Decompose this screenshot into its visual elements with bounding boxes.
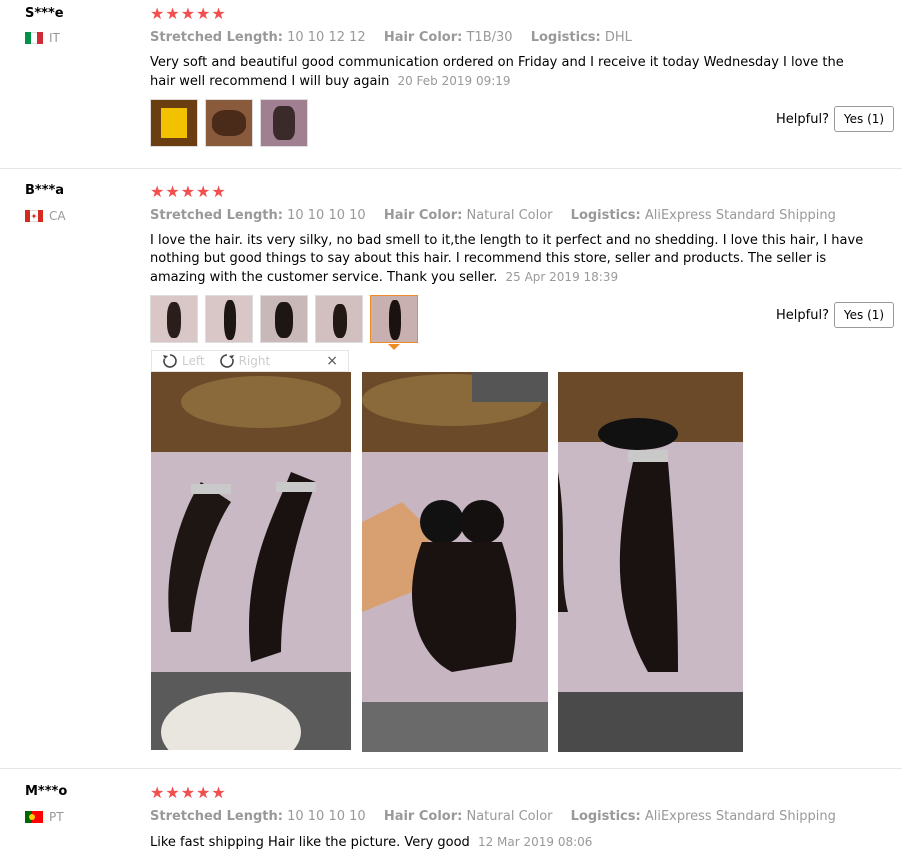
divider [0, 768, 902, 769]
divider [0, 168, 902, 169]
meta-label: Logistics: [570, 208, 641, 223]
photo-hair-in-hand [362, 372, 548, 752]
rotate-left-icon [163, 354, 177, 368]
meta-label: Stretched Length: [150, 30, 283, 45]
active-thumb-caret-icon [388, 344, 400, 350]
rotate-right-label: Right [238, 354, 271, 368]
meta-value: 10 10 12 12 [287, 30, 366, 45]
meta-value: AliExpress Standard Shipping [644, 809, 836, 824]
review-date: 25 Apr 2019 18:39 [505, 270, 619, 284]
review-photo-thumbnail-active[interactable] [370, 295, 418, 343]
rotate-left-label: Left [182, 354, 205, 368]
review-thumbnails [150, 99, 315, 147]
meta-label: Hair Color: [383, 30, 463, 45]
meta-label: Stretched Length: [150, 208, 283, 223]
review-body: Like fast shipping Hair like the picture… [150, 835, 470, 850]
review-photo-large [362, 372, 548, 752]
review-photo-large [558, 372, 743, 752]
meta-value: AliExpress Standard Shipping [644, 208, 836, 223]
country-code: IT [49, 31, 60, 45]
rotate-right-button[interactable]: Right [219, 353, 271, 369]
reviewer-name: B***a [25, 183, 65, 198]
star-rating: ★★★★★ [150, 4, 227, 23]
review-photo-thumbnail[interactable] [150, 99, 198, 147]
review-meta: Stretched Length: 10 10 10 10 Hair Color… [150, 208, 850, 223]
close-viewer-icon[interactable]: × [326, 353, 338, 369]
star-rating: ★★★★★ [150, 182, 227, 201]
helpful-yes-button[interactable]: Yes (1) [834, 302, 894, 328]
meta-value: DHL [604, 30, 632, 45]
meta-value: 10 10 10 10 [287, 208, 366, 223]
flag-pt-icon [25, 811, 43, 823]
review-photo-thumbnail[interactable] [260, 99, 308, 147]
review-photo-large [151, 372, 351, 750]
meta-label: Logistics: [570, 809, 641, 824]
flag-it-icon [25, 32, 43, 44]
reviewer-name: S***e [25, 6, 64, 21]
photo-hair-single [558, 372, 743, 752]
meta-value: 10 10 10 10 [287, 809, 366, 824]
image-viewer-toolbar: Left Right × [151, 350, 349, 372]
review-meta: Stretched Length: 10 10 10 10 Hair Color… [150, 809, 850, 824]
rotate-right-icon [219, 354, 234, 368]
review-date: 20 Feb 2019 09:19 [397, 74, 511, 88]
review-photo-thumbnail[interactable] [150, 295, 198, 343]
review-text: Like fast shipping Hair like the picture… [150, 833, 870, 852]
review-thumbnails [150, 295, 425, 343]
country-code: PT [49, 810, 64, 824]
review-photo-thumbnail[interactable] [205, 99, 253, 147]
helpful-label: Helpful? [776, 308, 829, 323]
star-rating: ★★★★★ [150, 783, 227, 802]
meta-label: Hair Color: [383, 809, 463, 824]
review-meta: Stretched Length: 10 10 12 12 Hair Color… [150, 30, 646, 45]
reviewer-country: PT [25, 810, 64, 824]
reviewer-name: M***o [25, 784, 68, 799]
meta-label: Logistics: [530, 30, 601, 45]
reviewer-country: IT [25, 31, 60, 45]
review-photo-thumbnail[interactable] [205, 295, 253, 343]
flag-ca-icon: ✦ [25, 210, 43, 222]
country-code: CA [49, 209, 66, 223]
reviewer-country: ✦ CA [25, 209, 66, 223]
photo-hair-bundles [151, 372, 351, 750]
meta-label: Hair Color: [383, 208, 463, 223]
meta-value: T1B/30 [466, 30, 513, 45]
review-photo-thumbnail[interactable] [315, 295, 363, 343]
review-photo-thumbnail[interactable] [260, 295, 308, 343]
review-text: Very soft and beautiful good communicati… [150, 54, 870, 91]
rotate-left-button[interactable]: Left [162, 353, 205, 369]
helpful-label: Helpful? [776, 112, 829, 127]
meta-label: Stretched Length: [150, 809, 283, 824]
review-text: I love the hair. its very silky, no bad … [150, 232, 870, 287]
meta-value: Natural Color [466, 809, 553, 824]
meta-value: Natural Color [466, 208, 553, 223]
review-date: 12 Mar 2019 08:06 [477, 835, 593, 849]
helpful-yes-button[interactable]: Yes (1) [834, 106, 894, 132]
